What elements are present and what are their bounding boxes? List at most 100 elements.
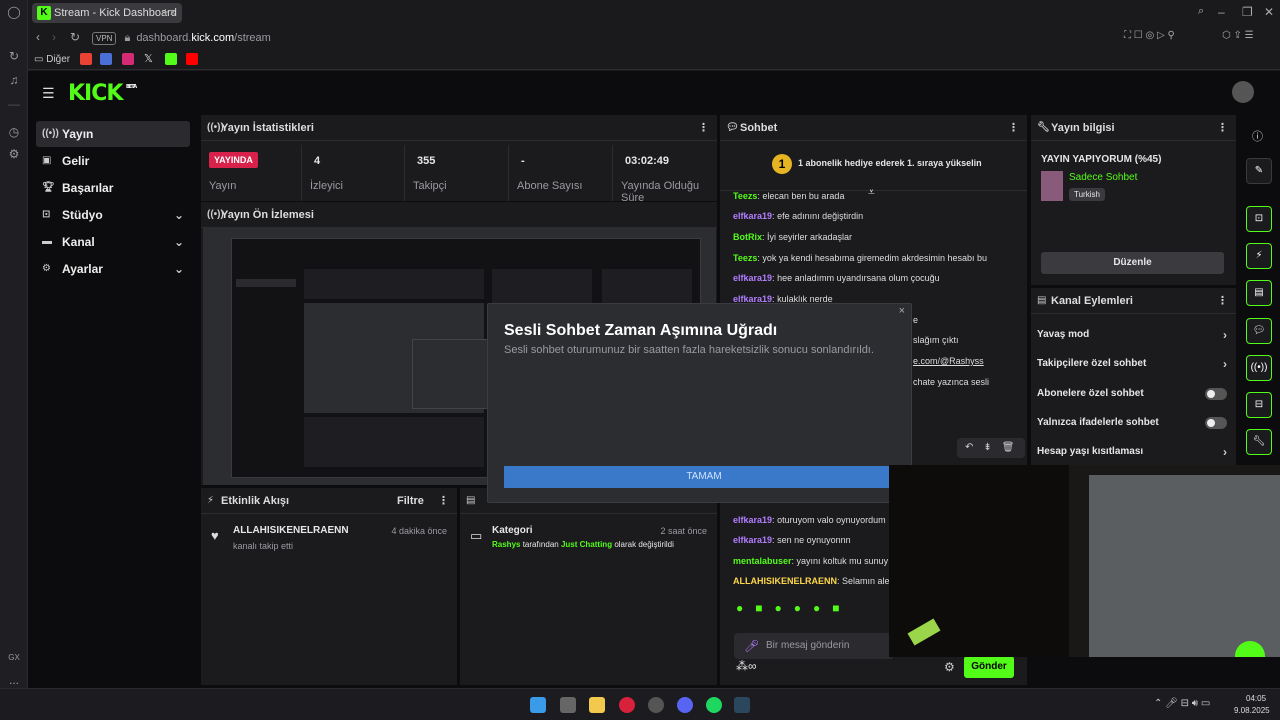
toolbar-icons[interactable]: ⬡ ⇪ ☰ [1222,30,1254,41]
emote-menu-icon[interactable]: ⁂∞ [736,659,757,673]
chat-username[interactable]: Teezs [733,191,757,201]
notes-button[interactable]: ▤ [1246,280,1272,306]
chevron-down-icon[interactable]: ⌄ [174,256,184,282]
sidebar-item-0[interactable]: ((•)) Yayın [36,121,190,147]
edit-button[interactable]: Düzenle [1041,252,1224,274]
chat-username[interactable]: mentalabuser [733,556,792,566]
chat-settings-icon[interactable]: ⚙ [944,660,955,674]
extension-icons[interactable]: ⛶ ☐ ◎ ▷ ⚲ [1124,30,1175,41]
change-user[interactable]: Rashys [492,540,520,549]
back-icon[interactable]: ‹ [36,30,40,44]
tray-icons[interactable]: ⌃ 🎤︎ ⊟ 🔊︎ ▭ [1154,698,1210,709]
new-tab-icon[interactable]: + [162,5,169,19]
sidebar-item-1[interactable]: ▣ Gelir [36,148,190,174]
mic-icon[interactable]: 🎤︎ [744,639,759,653]
stream-category[interactable]: Sadece Sohbet [1069,172,1137,183]
start-icon[interactable] [530,697,546,713]
flash-button[interactable]: ⚡ [1246,243,1272,269]
close-tab-icon[interactable]: × [170,3,176,23]
chevron-right-icon[interactable]: › [1223,323,1227,347]
menu-icon[interactable]: ☰ [42,85,55,102]
chevron-down-icon[interactable]: ⌄ [174,202,184,228]
browser-tab[interactable]: K Stream - Kick Dashboard × [32,3,182,23]
close-icon[interactable]: × [899,305,905,317]
steam-icon[interactable] [734,697,750,713]
stats-menu-icon[interactable]: ⋮ [698,115,709,141]
gx-label[interactable]: GX [6,650,22,666]
kick-logo[interactable]: KICK BETA [68,81,137,106]
info-icon[interactable]: ⓘ [1252,128,1263,144]
chat-menu-icon[interactable]: ⋮ [1008,115,1019,141]
broadcast-button[interactable]: ((•)) [1246,355,1272,381]
activity-menu-icon[interactable]: ⋮ [438,488,449,514]
chat-username[interactable]: elfkara19 [733,515,772,525]
sidebar-item-2[interactable]: 🏆︎ Başarılar [36,175,190,201]
avatar[interactable] [1232,81,1254,103]
sidebar-item-3[interactable]: ⊡ Stüdyo ⌄ [36,202,190,228]
edit-layout-button[interactable]: ✎ [1246,158,1272,184]
player-icon[interactable]: ♫ [6,72,22,88]
chat-username[interactable]: BotRix [733,232,762,242]
taskview-icon[interactable] [560,697,576,713]
channel-action-row[interactable]: Yavaş mod › [1037,323,1227,347]
chat-mod-tools[interactable]: ↶⇟🗑︎ [957,438,1025,458]
toggle-switch[interactable] [1205,417,1227,429]
bookmark-folder[interactable]: ▭ Diğer [34,54,70,65]
app-icon[interactable] [648,697,664,713]
forward-icon[interactable]: › [52,30,56,44]
channel-action-row[interactable]: Takipçilere özel sohbet › [1037,352,1227,376]
tools-button[interactable]: 🔧︎ [1246,429,1272,455]
opera-taskbar-icon[interactable] [619,697,635,713]
reload-icon[interactable]: ↻ [70,30,80,44]
channel-action-row[interactable]: Yalnızca ifadelerle sohbet [1037,411,1227,435]
more-icon[interactable]: ... [6,672,22,688]
filter-button[interactable]: Filtre [397,488,424,514]
url-field[interactable]: VPN 🔒︎ dashboard.kick.com/stream [92,29,271,47]
chat-username[interactable]: elfkara19 [733,211,772,221]
emote-row[interactable]: ●■●●●■ [736,601,852,615]
gift-banner[interactable]: 1 1 abonelik hediye ederek 1. sıraya yük… [720,141,1027,191]
spotify-icon[interactable] [706,697,722,713]
studio-button[interactable]: ⊡ [1246,206,1272,232]
channel-action-row[interactable]: Hesap yaşı kısıtlaması › [1037,440,1227,464]
close-window-icon[interactable]: ✕ [1264,5,1274,19]
collapse-icon[interactable]: ⩡ [868,185,875,200]
layout-button[interactable]: ⊟ [1246,392,1272,418]
info-menu-icon[interactable]: ⋮ [1217,115,1228,141]
discord-icon[interactable] [677,697,693,713]
explorer-icon[interactable] [589,697,605,713]
history-icon[interactable]: ◷ [6,124,22,140]
youtube-icon[interactable] [186,53,198,65]
change-category[interactable]: Just Chatting [561,540,612,549]
translate-icon[interactable] [100,53,112,65]
minimize-icon[interactable]: – [1218,5,1225,19]
chat-username[interactable]: elfkara19 [733,273,772,283]
gmail-icon[interactable] [80,53,92,65]
send-button[interactable]: Gönder [964,656,1014,678]
chevron-down-icon[interactable]: ⌄ [174,229,184,255]
ok-button[interactable]: TAMAM [504,466,904,488]
event-user[interactable]: ALLAHISIKENELRAENN [233,525,349,536]
toggle-switch[interactable] [1205,388,1227,400]
vpn-badge[interactable]: VPN [92,32,117,45]
restore-icon[interactable]: ❐ [1242,5,1253,19]
channel-action-row[interactable]: Abonelere özel sohbet [1037,382,1227,406]
info-title: Yayın bilgisi [1051,122,1115,134]
message-input[interactable]: 🎤︎ Bir mesaj gönderin [734,633,894,659]
kick-icon[interactable] [165,53,177,65]
chat-username[interactable]: ALLAHISIKENELRAENN [733,576,837,586]
instagram-icon[interactable] [122,53,134,65]
chevron-right-icon[interactable]: › [1223,352,1227,376]
aria-icon[interactable]: ↻ [6,48,22,64]
x-icon[interactable]: 𝕏 [144,52,153,65]
search-tabs-icon[interactable]: ⌕ [1198,5,1204,18]
sidebar-item-4[interactable]: ▬ Kanal ⌄ [36,229,190,255]
actions-menu-icon[interactable]: ⋮ [1217,288,1228,314]
settings-icon[interactable]: ⚙ [6,146,22,162]
opera-icon[interactable]: ◯ [6,4,22,20]
sidebar-item-5[interactable]: ⚙ Ayarlar ⌄ [36,256,190,282]
chat-username[interactable]: elfkara19 [733,535,772,545]
chat-button[interactable]: 💬︎ [1246,318,1272,344]
chevron-right-icon[interactable]: › [1223,440,1227,464]
chat-username[interactable]: Teezs [733,253,757,263]
